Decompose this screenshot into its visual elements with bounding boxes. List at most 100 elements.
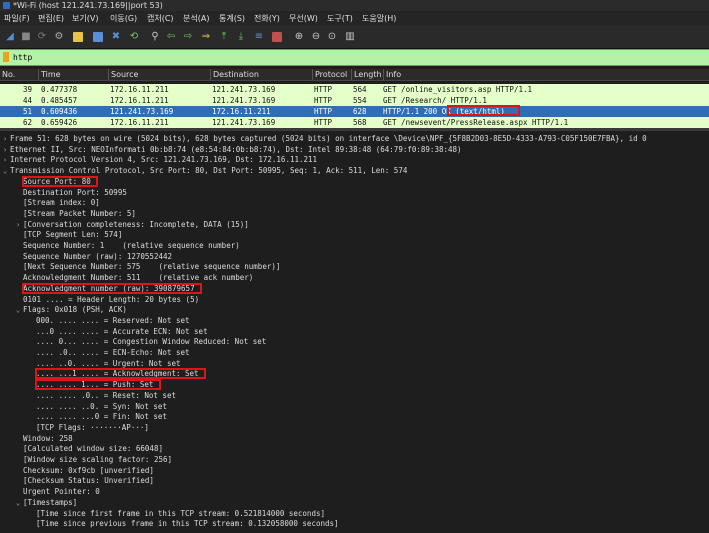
detail-tree-item[interactable]: Window: 258 [16, 433, 73, 444]
display-filter-input[interactable]: http [13, 50, 32, 65]
detail-tree-item[interactable]: .... .... .0.. = Reset: Not set [29, 390, 176, 401]
detail-tree-item[interactable]: [TCP Segment Len: 574] [16, 229, 122, 240]
save-file-icon[interactable] [92, 31, 104, 43]
stop-square-icon[interactable]: ■ [20, 31, 32, 43]
shark-fin-start-icon[interactable]: ◢ [4, 31, 16, 43]
packet-row[interactable]: 39 0.477378 172.16.11.211 121.241.73.169 HTT… [0, 84, 709, 95]
detail-tree-item[interactable]: Sequence Number (raw): 1270552442 [16, 251, 172, 262]
menu-item-9[interactable]: 도구(T) [327, 12, 353, 25]
column-header-length[interactable]: Length [351, 69, 383, 80]
detail-text: .... ..0. .... = Urgent: Not set [36, 358, 181, 368]
packet-cell-no: 39 [22, 85, 32, 94]
close-file-icon[interactable]: ✖ [110, 31, 122, 43]
go-to-packet-icon[interactable]: ⇒ [200, 31, 212, 43]
first-packet-icon[interactable]: ⤒ [218, 31, 230, 43]
search-icon[interactable]: ⚲ [149, 31, 161, 43]
detail-text: Destination Port: 50995 [23, 187, 127, 197]
detail-tree-item[interactable]: Acknowledgment Number: 511 (relative ack… [16, 272, 253, 283]
detail-tree-item[interactable]: 0101 .... = Header Length: 20 bytes (5) [16, 294, 199, 305]
packet-details-pane[interactable]: › Frame 51: 628 bytes on wire (5024 bits)… [0, 131, 709, 533]
detail-text: 000. .... .... = Reserved: Not set [36, 315, 190, 325]
last-packet-icon[interactable]: ⤓ [235, 31, 247, 43]
autoscroll-icon[interactable]: ≡ [253, 31, 265, 43]
packet-cell-info: GET /newsevent/PressRelease.aspx HTTP/1.… [383, 118, 569, 127]
colorize-icon[interactable] [271, 31, 283, 43]
restart-icon[interactable]: ⟳ [36, 31, 48, 43]
packet-row[interactable]: 44 0.485457 172.16.11.211 121.241.73.169 HTT… [0, 95, 709, 106]
zoom-out-icon[interactable]: ⊖ [310, 31, 322, 43]
detail-tree-item[interactable]: [Window size scaling factor: 256] [16, 454, 172, 465]
packet-cell-dst: 121.241.73.169 [212, 118, 276, 127]
menu-item-3[interactable]: 이동(G) [110, 12, 137, 25]
detail-tree-item[interactable]: [TCP Flags: ·······AP···] [29, 422, 149, 433]
column-header-source[interactable]: Source [108, 69, 210, 80]
detail-text: [Time since first frame in this TCP stre… [36, 508, 325, 518]
detail-text: [Stream Packet Number: 5] [23, 208, 136, 218]
detail-tree-item[interactable]: .... 0... .... = Congestion Window Reduc… [29, 336, 266, 347]
resize-columns-icon[interactable]: ▥ [344, 31, 356, 43]
detail-tree-item[interactable]: [Checksum Status: Unverified] [16, 475, 154, 486]
packet-cell-time: 0.659426 [41, 118, 78, 127]
menu-item-2[interactable]: 보기(V) [72, 12, 98, 25]
menu-item-4[interactable]: 캡처(C) [147, 12, 174, 25]
expand-toggle-icon[interactable]: ⌄ [16, 305, 23, 316]
go-back-arrow-icon[interactable]: ⇦ [165, 31, 177, 43]
packet-list[interactable]: No. Time Source Destination Protocol Length In… [0, 66, 709, 128]
column-header-info[interactable]: Info [383, 69, 709, 80]
detail-tree-item[interactable]: ⌄ [Timestamps] [16, 497, 77, 508]
open-folder-icon[interactable] [72, 31, 84, 43]
detail-tree-item[interactable]: [Next Sequence Number: 575 (relative seq… [16, 261, 280, 272]
highlight-box [35, 368, 206, 380]
title-bar: *Wi-Fi (host 121.241.73.169||port 53) [0, 0, 709, 11]
expand-toggle-icon[interactable]: ⌄ [16, 498, 23, 509]
packet-row[interactable]: 51 0.609436 121.241.73.169 172.16.11.211 HTT… [0, 106, 709, 117]
column-header-time[interactable]: Time [38, 69, 108, 80]
menu-item-5[interactable]: 분석(A) [183, 12, 209, 25]
menu-item-7[interactable]: 전화(Y) [254, 12, 280, 25]
detail-text: 0101 .... = Header Length: 20 bytes (5) [23, 294, 200, 304]
detail-text: .... .... ..0. = Syn: Not set [36, 401, 167, 411]
detail-text: Ethernet II, Src: NEOInformati 0b:b8:74 … [10, 144, 462, 154]
expand-toggle-icon[interactable]: ⌄ [3, 166, 10, 177]
detail-text: [Timestamps] [23, 497, 78, 507]
detail-tree-item[interactable]: › [Conversation completeness: Incomplete,… [16, 219, 249, 230]
menu-item-6[interactable]: 통계(S) [219, 12, 245, 25]
normal-size-icon[interactable]: ⊙ [326, 31, 338, 43]
detail-tree-item[interactable]: ⌄ Transmission Control Protocol, Src Port… [3, 165, 407, 176]
detail-tree-item[interactable]: .... ..0. .... = Urgent: Not set [29, 358, 181, 369]
detail-tree-item[interactable]: Sequence Number: 1 (relative sequence nu… [16, 240, 240, 251]
detail-text: [Time since previous frame in this TCP s… [36, 519, 339, 529]
go-forward-arrow-icon[interactable]: ⇨ [182, 31, 194, 43]
detail-tree-item[interactable]: › Frame 51: 628 bytes on wire (5024 bits)… [3, 133, 647, 144]
menu-item-1[interactable]: 편집(E) [38, 12, 64, 25]
column-header-protocol[interactable]: Protocol [312, 69, 351, 80]
detail-tree-item[interactable]: ⌄ Flags: 0x018 (PSH, ACK) [16, 304, 127, 315]
options-gear-icon[interactable]: ⚙ [53, 31, 65, 43]
menu-item-0[interactable]: 파일(F) [4, 12, 30, 25]
menu-item-8[interactable]: 무선(W) [289, 12, 318, 25]
column-header-destination[interactable]: Destination [210, 69, 312, 80]
detail-tree-item[interactable]: .... .... ..0. = Syn: Not set [29, 401, 167, 412]
detail-tree-item[interactable]: › Internet Protocol Version 4, Src: 121.2… [3, 154, 317, 165]
detail-tree-item[interactable]: ...0 .... .... = Accurate ECN: Not set [29, 326, 208, 337]
packet-cell-len: 628 [353, 107, 367, 116]
detail-tree-item[interactable]: › Ethernet II, Src: NEOInformati 0b:b8:74… [3, 144, 462, 155]
detail-tree-item[interactable]: [Stream index: 0] [16, 197, 100, 208]
packet-row[interactable]: 62 0.659426 172.16.11.211 121.241.73.169 HTT… [0, 117, 709, 128]
detail-tree-item[interactable]: .... .0.. .... = ECN-Echo: Not set [29, 347, 190, 358]
reload-icon[interactable]: ⟲ [128, 31, 140, 43]
column-header-no[interactable]: No. [0, 69, 37, 80]
menu-item-10[interactable]: 도움말(H) [362, 12, 396, 25]
detail-tree-item[interactable]: 000. .... .... = Reserved: Not set [29, 315, 190, 326]
detail-tree-item[interactable]: [Time since previous frame in this TCP s… [29, 518, 339, 529]
detail-tree-item[interactable]: [Stream Packet Number: 5] [16, 208, 136, 219]
detail-tree-item[interactable]: Urgent Pointer: 0 [16, 486, 100, 497]
detail-tree-item[interactable]: .... .... ...0 = Fin: Not set [29, 411, 167, 422]
detail-tree-item[interactable]: Destination Port: 50995 [16, 187, 127, 198]
detail-tree-item[interactable]: [Time since first frame in this TCP stre… [29, 508, 325, 519]
zoom-in-icon[interactable]: ⊕ [293, 31, 305, 43]
detail-tree-item[interactable]: Checksum: 0xf9cb [unverified] [16, 465, 154, 476]
detail-tree-item[interactable]: [Calculated window size: 66048] [16, 443, 163, 454]
filter-bookmark-icon[interactable] [3, 52, 9, 62]
display-filter-bar[interactable]: http [0, 49, 709, 66]
